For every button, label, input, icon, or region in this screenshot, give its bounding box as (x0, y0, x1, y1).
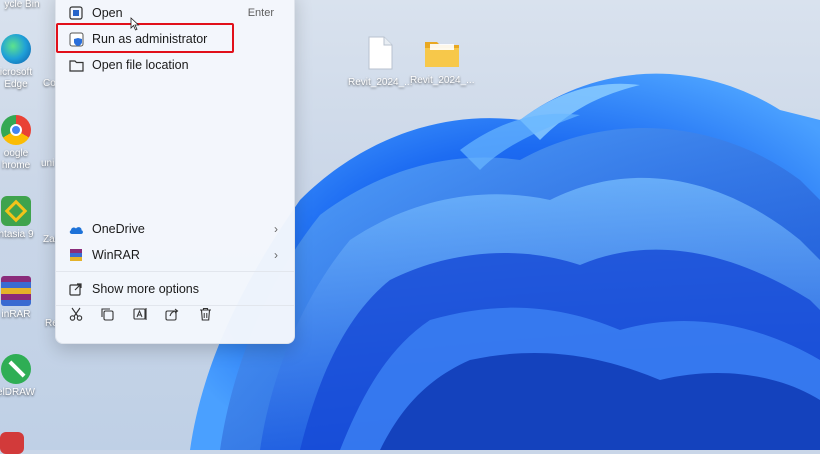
menu-item-open-file-location[interactable]: Open file location (62, 53, 288, 77)
desktop-icon-coreldraw[interactable]: elDRAW (0, 354, 46, 399)
desktop-icon-label: oogle hrome (1, 148, 31, 171)
desktop-icon-label: Co (43, 78, 56, 89)
show-more-icon (68, 281, 84, 297)
delete-icon[interactable] (195, 304, 215, 324)
run-as-admin-highlight (56, 23, 234, 53)
desktop-file-label: Revit_2024_... (348, 77, 413, 88)
menu-item-accelerator: Enter (247, 7, 274, 19)
desktop-icon-recycle-bin[interactable]: ycle Bin (0, 0, 52, 11)
desktop-icon-chrome[interactable]: oogle hrome (0, 115, 46, 172)
open-icon (68, 5, 84, 21)
menu-item-label: Open (92, 6, 123, 20)
menu-item-label: Show more options (92, 282, 200, 296)
menu-item-show-more-options[interactable]: Show more options (62, 277, 288, 301)
menu-item-winrar[interactable]: WinRAR › (62, 243, 288, 267)
menu-item-label: Open file location (92, 58, 189, 72)
rename-icon[interactable] (130, 304, 150, 324)
copy-icon[interactable] (97, 304, 117, 324)
winrar-icon (68, 247, 84, 263)
chevron-right-icon: › (274, 222, 278, 236)
onedrive-icon (68, 221, 84, 237)
document-icon (368, 36, 393, 70)
desktop-icon-edge[interactable]: icrosoft Edge (0, 34, 46, 91)
menu-item-open[interactable]: Open Enter (62, 1, 288, 25)
desktop-icon-label: uni (41, 158, 55, 169)
menu-item-onedrive[interactable]: OneDrive › (62, 217, 288, 241)
menu-item-label: OneDrive (92, 222, 145, 236)
desktop-icon-label: ntasia 9 (0, 229, 34, 240)
cut-icon[interactable] (66, 304, 86, 324)
menu-separator (56, 271, 294, 272)
desktop-icon-partial-bottom[interactable] (0, 432, 24, 454)
desktop-icon-label: inRAR (1, 309, 31, 320)
mouse-cursor-icon (130, 17, 140, 31)
camtasia-icon (1, 196, 31, 226)
share-icon[interactable] (162, 304, 182, 324)
winrar-app-icon (1, 276, 31, 306)
desktop-file-label: Revit_2024_... (410, 75, 475, 86)
folder-icon (68, 57, 84, 73)
menu-item-label: WinRAR (92, 248, 140, 262)
folder-yellow-icon (425, 42, 459, 67)
desktop-icon-label: elDRAW (0, 387, 35, 398)
desktop-icon-label: ycle Bin (4, 0, 40, 10)
desktop-folder-revit[interactable]: Revit_2024_... (410, 38, 475, 86)
edge-icon (1, 34, 31, 64)
desktop-icon-winrar[interactable]: inRAR (0, 276, 46, 321)
desktop-icon-label: icrosoft Edge (0, 67, 33, 90)
desktop-file-revit-installer[interactable]: Revit_2024_... (348, 36, 413, 88)
coreldraw-icon (1, 354, 31, 384)
chevron-right-icon: › (274, 248, 278, 262)
desktop-icon-camtasia[interactable]: ntasia 9 (0, 196, 46, 241)
chrome-icon (1, 115, 31, 145)
